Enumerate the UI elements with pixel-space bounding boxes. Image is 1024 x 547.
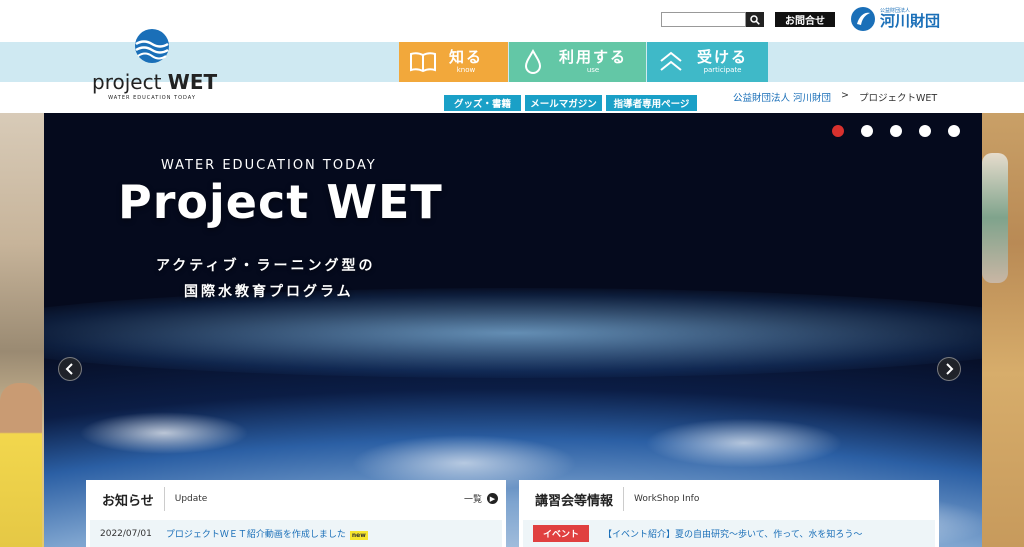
foundation-logo[interactable]: 公益財団法人 河川財団 (850, 6, 940, 32)
nav-use[interactable]: 利用する use (509, 42, 646, 82)
nav-participate-sublabel: participate (703, 66, 742, 74)
breadcrumb-current: プロジェクトWET (859, 93, 938, 104)
project-wet-logo[interactable]: project WET WATER EDUCATION TODAY (92, 28, 218, 101)
slide-dot-3[interactable] (890, 125, 902, 137)
news-subtitle: Update (174, 494, 208, 504)
slide-dot-1[interactable] (832, 125, 844, 137)
breadcrumb: 公益財団法人 河川財団 > プロジェクトWET (733, 90, 937, 104)
search-icon (750, 14, 760, 25)
news-title: お知らせ (102, 493, 154, 509)
nav-participate[interactable]: 受ける participate (647, 42, 768, 82)
slide-indicators (832, 125, 960, 137)
slide-dot-4[interactable] (919, 125, 931, 137)
news-more-label: 一覧 (463, 495, 482, 505)
nav-know[interactable]: 知る know (399, 42, 508, 82)
nav-use-sublabel: use (586, 66, 600, 74)
subnav-mail-magazine[interactable]: メールマガジン (525, 95, 602, 111)
event-tag: イベント (533, 525, 589, 542)
arrow-right-icon: ▶ (487, 493, 498, 504)
slide-next-button[interactable] (937, 357, 961, 381)
chevron-right-icon (946, 363, 954, 375)
nav-know-sublabel: know (456, 66, 476, 74)
hero-subtitle-line1: アクティブ・ラーニング型の (156, 258, 376, 274)
hero-subtitle: アクティブ・ラーニング型の 国際水教育プログラム (156, 253, 375, 305)
slide-prev-button[interactable] (58, 357, 82, 381)
hero-subtitle-line2: 国際水教育プログラム (184, 284, 354, 300)
workshop-subtitle: WorkShop Info (634, 494, 700, 504)
workshop-item-title: 【イベント紹介】夏の自由研究～歩いて、作って、水を知ろう～ (603, 530, 863, 540)
subnav-goods[interactable]: グッズ・書籍 (444, 95, 521, 111)
workshop-panel: 講習会等情報 WorkShop Info イベント 【イベント紹介】夏の自由研究… (519, 480, 939, 547)
contact-button[interactable]: お問合せ (775, 12, 835, 27)
news-more-link[interactable]: 一覧 ▶ (464, 492, 498, 505)
news-item-title: プロジェクトＷＥＴ紹介動画を作成しました new (165, 530, 368, 540)
news-item[interactable]: 2022/07/01 プロジェクトＷＥＴ紹介動画を作成しました new (90, 520, 502, 547)
news-item-date: 2022/07/01 (100, 528, 152, 539)
slide-dot-2[interactable] (861, 125, 873, 137)
search-button[interactable] (746, 12, 764, 27)
breadcrumb-link[interactable]: 公益財団法人 河川財団 (733, 90, 831, 104)
workshop-title: 講習会等情報 (535, 493, 614, 509)
workshop-item[interactable]: イベント 【イベント紹介】夏の自由研究～歩いて、作って、水を知ろう～ (523, 520, 935, 547)
slide-dot-5[interactable] (948, 125, 960, 137)
book-icon (407, 48, 439, 76)
side-photo-left (0, 113, 44, 547)
hero-eyebrow: WATER EDUCATION TODAY (161, 158, 377, 173)
new-badge: new (349, 531, 368, 540)
search-input[interactable] (661, 12, 746, 27)
subnav-instructor-page[interactable]: 指導者専用ページ (606, 95, 697, 111)
side-photo-right (982, 113, 1024, 547)
breadcrumb-separator: > (841, 90, 849, 101)
chevron-up-icon (655, 48, 687, 76)
nav-participate-label: 受ける (697, 48, 749, 66)
logo-tagline: WATER EDUCATION TODAY (108, 95, 196, 101)
nav-use-label: 利用する (559, 48, 628, 66)
news-panel: お知らせ Update 一覧 ▶ 2022/07/01 プロジェクトＷＥＴ紹介動… (86, 480, 506, 547)
foundation-name-label: 河川財団 (880, 12, 941, 30)
chevron-left-icon (65, 363, 73, 375)
wave-globe-icon (135, 29, 169, 63)
logo-name: project WET (92, 70, 218, 94)
droplet-icon (517, 48, 549, 76)
hero-title: Project WET (118, 175, 443, 229)
nav-know-label: 知る (449, 48, 484, 66)
foundation-mark-icon (851, 7, 875, 31)
